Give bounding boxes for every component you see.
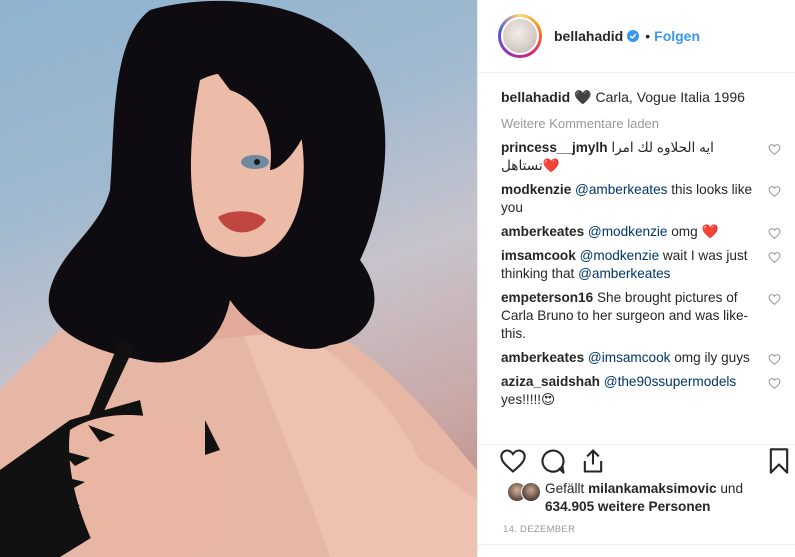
likes-middle: und	[720, 481, 744, 496]
load-more-comments-button[interactable]: Weitere Kommentare laden	[501, 116, 781, 131]
heart-icon[interactable]	[768, 353, 781, 366]
bookmark-icon[interactable]	[765, 447, 793, 475]
comment: imsamcook @modkenzie wait I was just thi…	[501, 247, 781, 283]
comment-username[interactable]: amberkeates	[501, 350, 584, 365]
post-header: bellahadid • Folgen	[478, 0, 795, 73]
liker-avatar	[521, 482, 541, 502]
liker-avatars[interactable]	[507, 482, 541, 502]
comment-username[interactable]: aziza_saidshah	[501, 374, 600, 389]
comment: modkenzie @amberkeates this looks like y…	[501, 181, 781, 217]
comment-text: omg ily guys	[674, 350, 750, 365]
liker-username[interactable]: milankamaksimovic	[588, 481, 716, 496]
post-image[interactable]	[0, 0, 477, 557]
comment: amberkeates @imsamcook omg ily guys	[501, 349, 781, 367]
likes-prefix: Gefällt	[545, 481, 585, 496]
heart-icon[interactable]	[768, 251, 781, 264]
comment-mention[interactable]: @modkenzie	[588, 224, 668, 239]
comment-mention[interactable]: @amberkeates	[578, 266, 670, 281]
like-icon[interactable]	[499, 447, 527, 475]
comment-mention[interactable]: @the90ssupermodels	[604, 374, 736, 389]
comment: amberkeates @modkenzie omg ❤️	[501, 223, 781, 241]
portrait-illustration	[0, 0, 477, 557]
divider	[477, 544, 795, 545]
action-bar	[477, 444, 795, 479]
caption: bellahadid 🖤 Carla, Vogue Italia 1996	[501, 88, 781, 106]
comment-username[interactable]: modkenzie	[501, 182, 571, 197]
heart-icon[interactable]	[768, 185, 781, 198]
comment: princess__jmylh ايه الحلاوه لك امرا تستا…	[501, 139, 781, 175]
comment: aziza_saidshah @the90ssupermodels yes!!!…	[501, 373, 781, 409]
comment-icon[interactable]	[539, 447, 567, 475]
likes-count[interactable]: 634.905 weitere Personen	[545, 499, 711, 514]
avatar-image	[501, 17, 539, 55]
heart-icon[interactable]	[768, 227, 781, 240]
comment-mention[interactable]: @amberkeates	[575, 182, 667, 197]
share-icon[interactable]	[579, 447, 607, 475]
comment-mention[interactable]: @imsamcook	[588, 350, 671, 365]
comment-username[interactable]: empeterson16	[501, 290, 593, 305]
comment-username[interactable]: amberkeates	[501, 224, 584, 239]
header-username[interactable]: bellahadid	[554, 28, 623, 44]
comment-username[interactable]: imsamcook	[501, 248, 576, 263]
comment-text: omg ❤️	[671, 224, 719, 239]
heart-icon[interactable]	[768, 293, 781, 306]
avatar[interactable]	[498, 14, 542, 58]
comments-section: bellahadid 🖤 Carla, Vogue Italia 1996 We…	[501, 88, 781, 415]
caption-username[interactable]: bellahadid	[501, 89, 570, 105]
separator-dot: •	[645, 28, 651, 44]
comment-mention[interactable]: @modkenzie	[580, 248, 660, 263]
likes-section: Gefällt milankamaksimovic und 634.905 we…	[507, 480, 787, 516]
heart-icon[interactable]	[768, 143, 781, 156]
post-date: 14. DEZEMBER	[503, 524, 576, 535]
comment-username[interactable]: princess__jmylh	[501, 140, 608, 155]
caption-text: Carla, Vogue Italia 1996	[595, 89, 745, 105]
caption-emoji: 🖤	[574, 89, 592, 105]
follow-button[interactable]: Folgen	[654, 28, 700, 44]
verified-badge-icon	[627, 30, 640, 42]
heart-icon[interactable]	[768, 377, 781, 390]
comment: empeterson16 She brought pictures of Car…	[501, 289, 781, 343]
comment-text: yes!!!!!😍	[501, 392, 556, 407]
